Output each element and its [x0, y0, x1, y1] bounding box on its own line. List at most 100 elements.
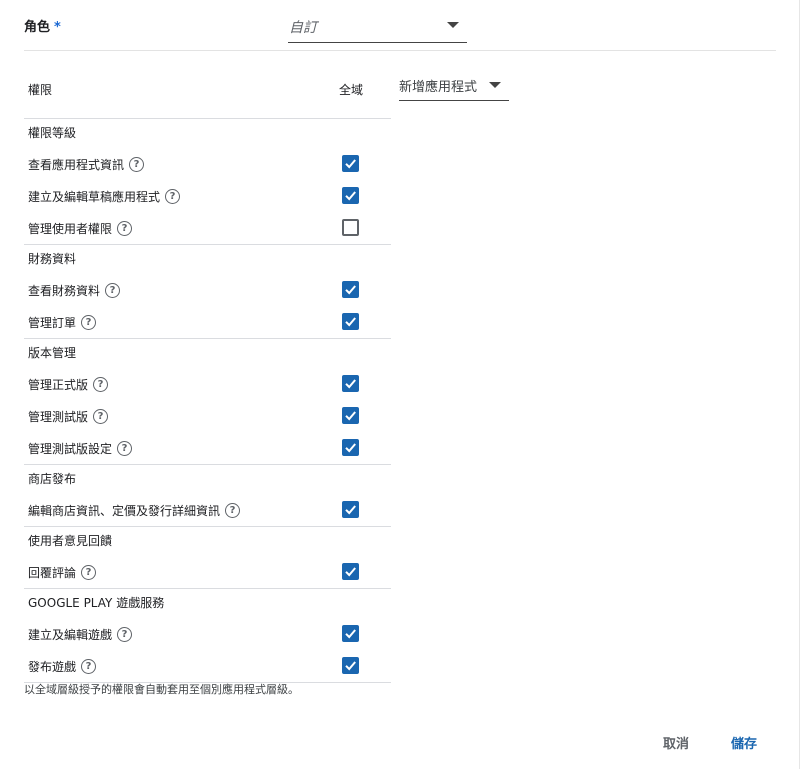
permission-group: 權限等級 查看應用程式資訊? 建立及編輯草稿應用程式? 管理使用者權限? [24, 119, 391, 245]
help-icon[interactable]: ? [81, 659, 97, 674]
role-row: 角色 * 自訂 [24, 0, 776, 51]
checkbox-checked[interactable] [342, 155, 359, 172]
checkmark-icon [345, 567, 356, 577]
permission-groups: 權限等級 查看應用程式資訊? 建立及編輯草稿應用程式? 管理使用者權限? 財務資料 查看財… [24, 119, 391, 683]
add-app-dropdown-label: 新增應用程式 [399, 80, 478, 95]
permission-label-text: 管理測試版 [28, 410, 89, 424]
checkmark-icon [345, 505, 356, 515]
permission-row: 管理使用者權限? [24, 212, 391, 244]
checkmark-icon [345, 285, 356, 295]
required-mark: * [54, 20, 61, 35]
help-icon[interactable]: ? [117, 441, 133, 456]
permission-label: 管理正式版? [28, 376, 109, 393]
checkbox-checked[interactable] [342, 313, 359, 330]
help-icon[interactable]: ? [93, 377, 109, 392]
checkbox-unchecked[interactable] [342, 219, 359, 236]
checkbox-checked[interactable] [342, 407, 359, 424]
checkmark-icon [345, 379, 356, 389]
permission-label-text: 查看財務資料 [28, 284, 101, 298]
save-button[interactable]: 儲存 [731, 733, 757, 752]
role-label-text: 角色 [24, 20, 51, 35]
group-title: 權限等級 [28, 126, 77, 140]
help-icon[interactable]: ? [117, 221, 133, 236]
permission-label: 查看應用程式資訊? [28, 156, 145, 173]
permission-label: 建立及編輯草稿應用程式? [28, 188, 181, 205]
permission-label-text: 管理使用者權限 [28, 222, 113, 236]
permission-row: 回覆評論? [24, 556, 391, 588]
checkbox-checked[interactable] [342, 439, 359, 456]
checkmark-icon [345, 191, 356, 201]
permission-row: 管理正式版? [24, 368, 391, 400]
permission-group: 使用者意見回饋 回覆評論? [24, 527, 391, 589]
checkbox-checked[interactable] [342, 563, 359, 580]
permission-label: 發布遊戲? [28, 658, 97, 675]
help-icon[interactable]: ? [105, 283, 121, 298]
permission-label: 管理訂單? [28, 314, 97, 331]
group-title: GOOGLE PLAY 遊戲服務 [28, 596, 165, 610]
checkmark-icon [345, 317, 356, 327]
help-icon[interactable]: ? [165, 189, 181, 204]
role-dropdown-value: 自訂 [289, 20, 317, 36]
role-label: 角色 * [24, 16, 61, 35]
permissions-table-header: 權限 全域 [24, 70, 391, 119]
help-icon[interactable]: ? [117, 627, 133, 642]
checkmark-icon [345, 411, 356, 421]
permission-label: 管理使用者權限? [28, 220, 133, 237]
permission-row: 管理訂單? [24, 306, 391, 338]
checkbox-checked[interactable] [342, 501, 359, 518]
group-title: 商店發布 [28, 472, 77, 486]
help-icon[interactable]: ? [225, 503, 241, 518]
permission-row: 管理測試版? [24, 400, 391, 432]
permission-row: 管理測試版設定? [24, 432, 391, 464]
checkmark-icon [345, 159, 356, 169]
permission-label-text: 建立及編輯草稿應用程式 [28, 190, 161, 204]
permission-row: 查看應用程式資訊? [24, 148, 391, 180]
permission-label-text: 回覆評論 [28, 566, 77, 580]
permission-label-text: 編輯商店資訊、定價及發行詳細資訊 [28, 504, 221, 518]
permission-label-text: 發布遊戲 [28, 660, 77, 674]
help-icon[interactable]: ? [81, 565, 97, 580]
checkbox-checked[interactable] [342, 625, 359, 642]
permission-group: 商店發布編輯商店資訊、定價及發行詳細資訊? [24, 465, 391, 527]
permission-row: 建立及編輯遊戲? [24, 618, 391, 650]
permission-label-text: 管理訂單 [28, 316, 77, 330]
checkbox-checked[interactable] [342, 187, 359, 204]
group-title: 財務資料 [28, 252, 77, 266]
checkmark-icon [345, 661, 356, 671]
checkbox-checked[interactable] [342, 281, 359, 298]
group-title: 使用者意見回饋 [28, 534, 113, 548]
cancel-button[interactable]: 取消 [663, 733, 689, 752]
permission-label: 管理測試版? [28, 408, 109, 425]
header-global: 全域 [339, 83, 364, 97]
role-dropdown[interactable]: 自訂 [288, 8, 467, 43]
help-icon[interactable]: ? [129, 157, 145, 172]
permissions-table: 權限 全域 權限等級 查看應用程式資訊? 建立及編輯草稿應用程式? 管理使用者權限? 財… [24, 70, 391, 683]
caret-down-icon [447, 22, 459, 28]
caret-down-icon [489, 82, 501, 88]
permission-label-text: 建立及編輯遊戲 [28, 628, 113, 642]
permission-label-text: 管理正式版 [28, 378, 89, 392]
permission-row: 發布遊戲? [24, 650, 391, 682]
permission-group: 財務資料 查看財務資料? 管理訂單? [24, 245, 391, 339]
permission-label: 回覆評論? [28, 564, 97, 581]
permission-group: GOOGLE PLAY 遊戲服務 建立及編輯遊戲? 發布遊戲? [24, 589, 391, 683]
permission-row: 建立及編輯草稿應用程式? [24, 180, 391, 212]
group-title: 版本管理 [28, 346, 77, 360]
add-app-dropdown[interactable]: 新增應用程式 [399, 69, 509, 101]
permission-label-text: 查看應用程式資訊 [28, 158, 125, 172]
checkbox-checked[interactable] [342, 657, 359, 674]
permissions-dialog: 角色 * 自訂 新增應用程式 權限 全域 權限等級 查看應用程式資訊? 建立及編輯草稿… [0, 0, 800, 769]
help-icon[interactable]: ? [93, 409, 109, 424]
permission-label: 查看財務資料? [28, 282, 121, 299]
permission-label: 建立及編輯遊戲? [28, 626, 133, 643]
checkbox-checked[interactable] [342, 375, 359, 392]
header-permission: 權限 [28, 83, 53, 97]
permission-group: 版本管理 管理正式版? 管理測試版? 管理測試版設定? [24, 339, 391, 465]
checkmark-icon [345, 629, 356, 639]
permission-label: 編輯商店資訊、定價及發行詳細資訊? [28, 502, 241, 519]
permission-row: 編輯商店資訊、定價及發行詳細資訊? [24, 494, 391, 526]
permission-row: 查看財務資料? [24, 274, 391, 306]
permission-label-text: 管理測試版設定 [28, 442, 113, 456]
footnote: 以全域層級授予的權限會自動套用至個別應用程式層級。 [24, 683, 299, 696]
help-icon[interactable]: ? [81, 315, 97, 330]
